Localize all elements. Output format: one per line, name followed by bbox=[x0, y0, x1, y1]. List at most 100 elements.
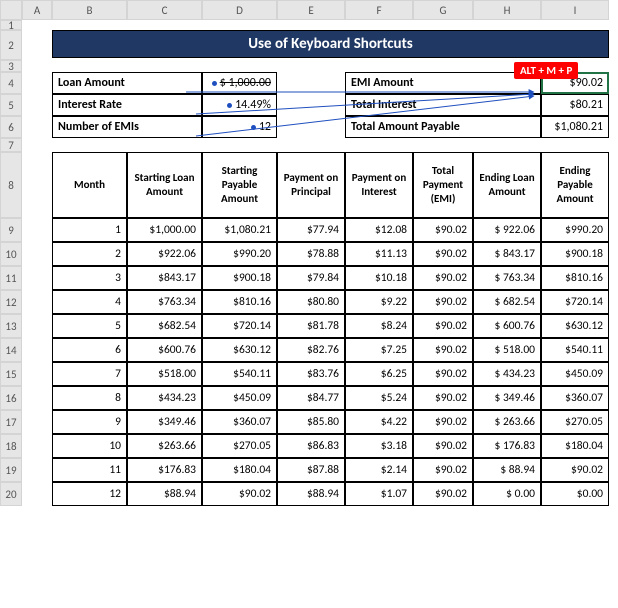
table-cell[interactable]: $78.88 bbox=[277, 242, 345, 266]
table-cell[interactable]: $90.02 bbox=[413, 362, 473, 386]
table-cell[interactable]: $810.16 bbox=[202, 290, 277, 314]
col-header-F[interactable]: F bbox=[345, 0, 413, 20]
col-header-A[interactable]: A bbox=[22, 0, 52, 20]
select-all[interactable] bbox=[0, 0, 22, 20]
table-cell[interactable]: $630.12 bbox=[202, 338, 277, 362]
row-header-16[interactable]: 16 bbox=[0, 386, 22, 410]
table-cell[interactable]: $922.06 bbox=[127, 242, 202, 266]
table-cell[interactable]: $12.08 bbox=[345, 218, 413, 242]
table-cell[interactable]: $450.09 bbox=[202, 386, 277, 410]
table-cell[interactable]: $9.22 bbox=[345, 290, 413, 314]
row-header-12[interactable]: 12 bbox=[0, 290, 22, 314]
col-header-G[interactable]: G bbox=[413, 0, 473, 20]
col-header-H[interactable]: H bbox=[473, 0, 541, 20]
table-cell[interactable]: 7 bbox=[52, 362, 127, 386]
row-header-19[interactable]: 19 bbox=[0, 458, 22, 482]
row-header-18[interactable]: 18 bbox=[0, 434, 22, 458]
table-cell[interactable]: $90.02 bbox=[413, 218, 473, 242]
table-cell[interactable]: $180.04 bbox=[202, 458, 277, 482]
table-cell[interactable]: 12 bbox=[52, 482, 127, 506]
table-cell[interactable]: $630.12 bbox=[541, 314, 609, 338]
table-cell[interactable]: $81.78 bbox=[277, 314, 345, 338]
table-cell[interactable]: $1,080.21 bbox=[202, 218, 277, 242]
row-header-15[interactable]: 15 bbox=[0, 362, 22, 386]
table-cell[interactable]: $ 682.54 bbox=[473, 290, 541, 314]
table-cell[interactable]: 1 bbox=[52, 218, 127, 242]
table-cell[interactable]: $518.00 bbox=[127, 362, 202, 386]
table-cell[interactable]: 11 bbox=[52, 458, 127, 482]
row-header-8[interactable]: 8 bbox=[0, 152, 22, 218]
table-cell[interactable]: $11.13 bbox=[345, 242, 413, 266]
table-cell[interactable]: $90.02 bbox=[413, 314, 473, 338]
table-cell[interactable]: $810.16 bbox=[541, 266, 609, 290]
table-cell[interactable]: $87.88 bbox=[277, 458, 345, 482]
table-cell[interactable]: $349.46 bbox=[127, 410, 202, 434]
table-cell[interactable]: $ 0.00 bbox=[473, 482, 541, 506]
col-header-D[interactable]: D bbox=[202, 0, 277, 20]
table-cell[interactable]: $ 88.94 bbox=[473, 458, 541, 482]
table-cell[interactable]: 6 bbox=[52, 338, 127, 362]
table-cell[interactable]: $1.07 bbox=[345, 482, 413, 506]
col-header-C[interactable]: C bbox=[127, 0, 202, 20]
row-header-13[interactable]: 13 bbox=[0, 314, 22, 338]
table-cell[interactable]: $ 843.17 bbox=[473, 242, 541, 266]
table-cell[interactable]: $2.14 bbox=[345, 458, 413, 482]
table-cell[interactable]: $86.83 bbox=[277, 434, 345, 458]
table-cell[interactable]: $843.17 bbox=[127, 266, 202, 290]
table-cell[interactable]: $360.07 bbox=[202, 410, 277, 434]
table-cell[interactable]: $90.02 bbox=[202, 482, 277, 506]
table-cell[interactable]: $ 349.46 bbox=[473, 386, 541, 410]
table-cell[interactable]: 9 bbox=[52, 410, 127, 434]
table-cell[interactable]: $85.80 bbox=[277, 410, 345, 434]
table-cell[interactable]: $540.11 bbox=[541, 338, 609, 362]
table-cell[interactable]: $ 763.34 bbox=[473, 266, 541, 290]
col-header-E[interactable]: E bbox=[277, 0, 345, 20]
table-cell[interactable]: $80.80 bbox=[277, 290, 345, 314]
row-header-7[interactable]: 7 bbox=[0, 138, 22, 152]
table-cell[interactable]: $90.02 bbox=[413, 458, 473, 482]
table-cell[interactable]: $990.20 bbox=[202, 242, 277, 266]
row-header-17[interactable]: 17 bbox=[0, 410, 22, 434]
table-cell[interactable]: $7.25 bbox=[345, 338, 413, 362]
table-cell[interactable]: $ 518.00 bbox=[473, 338, 541, 362]
table-cell[interactable]: $450.09 bbox=[541, 362, 609, 386]
table-cell[interactable]: $ 434.23 bbox=[473, 362, 541, 386]
row-header-9[interactable]: 9 bbox=[0, 218, 22, 242]
row-header-14[interactable]: 14 bbox=[0, 338, 22, 362]
table-cell[interactable]: $90.02 bbox=[413, 410, 473, 434]
table-cell[interactable]: $8.24 bbox=[345, 314, 413, 338]
table-cell[interactable]: $77.94 bbox=[277, 218, 345, 242]
table-cell[interactable]: $79.84 bbox=[277, 266, 345, 290]
table-cell[interactable]: $720.14 bbox=[541, 290, 609, 314]
table-cell[interactable]: $ 600.76 bbox=[473, 314, 541, 338]
table-cell[interactable]: $83.76 bbox=[277, 362, 345, 386]
table-cell[interactable]: $0.00 bbox=[541, 482, 609, 506]
table-cell[interactable]: $ 922.06 bbox=[473, 218, 541, 242]
table-cell[interactable]: $90.02 bbox=[413, 482, 473, 506]
table-cell[interactable]: 3 bbox=[52, 266, 127, 290]
table-cell[interactable]: $82.76 bbox=[277, 338, 345, 362]
row-header-20[interactable]: 20 bbox=[0, 482, 22, 506]
table-cell[interactable]: $90.02 bbox=[541, 458, 609, 482]
row-header-10[interactable]: 10 bbox=[0, 242, 22, 266]
table-cell[interactable]: $600.76 bbox=[127, 338, 202, 362]
table-cell[interactable]: $900.18 bbox=[541, 242, 609, 266]
table-cell[interactable]: $682.54 bbox=[127, 314, 202, 338]
table-cell[interactable]: $88.94 bbox=[277, 482, 345, 506]
table-cell[interactable]: $180.04 bbox=[541, 434, 609, 458]
row-header-3[interactable]: 3 bbox=[0, 60, 22, 72]
table-cell[interactable]: 4 bbox=[52, 290, 127, 314]
table-cell[interactable]: $90.02 bbox=[413, 338, 473, 362]
col-header-B[interactable]: B bbox=[52, 0, 127, 20]
table-cell[interactable]: $88.94 bbox=[127, 482, 202, 506]
table-cell[interactable]: $90.02 bbox=[413, 290, 473, 314]
table-cell[interactable]: $1,000.00 bbox=[127, 218, 202, 242]
table-cell[interactable]: $90.02 bbox=[413, 434, 473, 458]
table-cell[interactable]: $10.18 bbox=[345, 266, 413, 290]
row-header-4[interactable]: 4 bbox=[0, 72, 22, 94]
table-cell[interactable]: $90.02 bbox=[413, 386, 473, 410]
table-cell[interactable]: $4.22 bbox=[345, 410, 413, 434]
table-cell[interactable]: 2 bbox=[52, 242, 127, 266]
table-cell[interactable]: 8 bbox=[52, 386, 127, 410]
table-cell[interactable]: 5 bbox=[52, 314, 127, 338]
